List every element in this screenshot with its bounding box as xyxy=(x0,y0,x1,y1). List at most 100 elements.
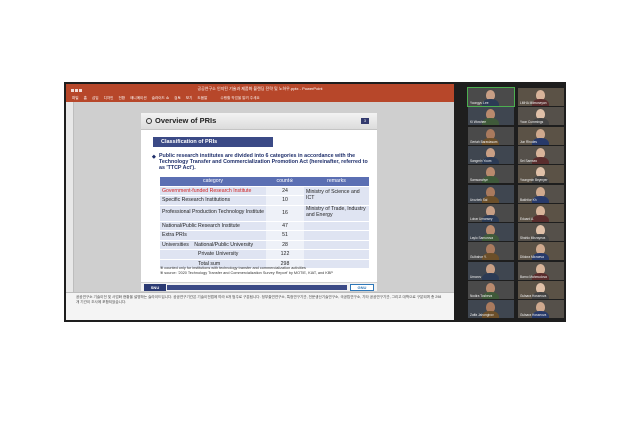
page-number: 3 xyxy=(361,118,369,124)
participant-tile[interactable]: Umarov xyxy=(468,261,514,280)
participant-name: Youngmin Beymyer xyxy=(520,178,548,183)
quick-access-toolbar[interactable] xyxy=(70,86,84,92)
section-ribbon: Classification of PRIs xyxy=(153,137,273,147)
participant-name: Jun Rhodes xyxy=(520,139,538,144)
header-remarks: remarks xyxy=(304,177,369,187)
participant-name: Sangmin Yoom xyxy=(470,158,492,163)
cell-count: 47 xyxy=(266,221,304,231)
participant-tile[interactable]: Barno Mahmudova xyxy=(518,261,564,280)
participant-name: Urozbek Sal xyxy=(470,197,488,202)
speaker-notes-pane[interactable]: 공공연구소 기술이전 및 사업화 현황을 설명하는 슬라이드입니다. 공공연구기… xyxy=(66,292,454,320)
tab-file[interactable]: 파일 xyxy=(72,94,79,102)
slide-header: Overview of PRIs 3 xyxy=(141,113,377,130)
tab-slideshow[interactable]: 슬라이드 쇼 xyxy=(152,94,170,102)
participant-name: LMHA Milmoseyan xyxy=(520,101,547,105)
header-category: category xyxy=(160,177,266,187)
ribbon-tabs: 파일 홈 삽입 디자인 전환 애니메이션 슬라이드 쇼 검토 보기 도움말 수행… xyxy=(66,94,454,102)
powerpoint-window: 공공연구소 인지된 기술과 제품화 블렌딩 전략 및 노하우.pptx - Po… xyxy=(66,84,454,320)
participant-face xyxy=(536,186,545,197)
participant-tile[interactable]: Samsarahye xyxy=(468,165,514,184)
participant-name: Eduard A. xyxy=(520,216,534,221)
participant-tile[interactable]: Sei Samseo xyxy=(518,145,564,164)
cell-count: 51 xyxy=(266,230,304,241)
participant-name: Shahlo Mirzayeva xyxy=(520,236,546,241)
participant-tile[interactable]: Dildora Mirzaeva xyxy=(518,242,564,261)
univ-sub-label: National/Public University xyxy=(194,241,254,248)
participant-name: Bakhtior Kh xyxy=(520,197,537,202)
participant-tile[interactable]: Bakhtior Kh xyxy=(518,184,564,203)
participant-name: Barno Mahmudova xyxy=(520,274,547,279)
participant-name: Ki Wowhee xyxy=(470,120,487,125)
participant-tile[interactable]: Sangmin Yoom xyxy=(468,145,514,164)
participant-tile[interactable]: Ki Wowhee xyxy=(468,107,514,126)
cell-remark-motie: Ministry of Trade, Industry and Energy xyxy=(304,205,369,222)
participant-tile[interactable]: Shahlo Mirzayeva xyxy=(518,223,564,242)
slide-canvas[interactable]: Overview of PRIs 3 Classification of PRI… xyxy=(141,113,377,291)
bullet-body: Public research institutes are divided i… xyxy=(159,153,368,172)
cell-univ: Universities National/Public University xyxy=(160,240,266,250)
participant-tile[interactable]: Jun Rhodes xyxy=(518,126,564,145)
participant-name: Sei Samseo xyxy=(520,158,538,163)
participant-tile[interactable]: LMHA Milmoseyan xyxy=(518,88,564,106)
participant-tile[interactable]: Zaffa Jahongirov xyxy=(468,300,514,319)
participant-tile[interactable]: Lobar Umansey xyxy=(468,203,514,222)
tell-me-box[interactable]: 수행할 작업을 알려 주세요 xyxy=(220,94,259,102)
bullet-text: ◆ Public research institutes are divided… xyxy=(152,153,371,172)
participant-name: Gulsara Hosseova xyxy=(520,294,547,298)
participants-grid: Yoongyu Lee LMHA Milmoseyan Ki Wowhee Yoon … xyxy=(467,87,564,320)
screen-frame: 공공연구소 인지된 기술과 제품화 블렌딩 전략 및 노하우.pptx - Po… xyxy=(64,82,566,322)
footnotes: ※ counted only for institutions with tec… xyxy=(160,266,333,276)
cell-remark-msit: Ministry of Science and ICT xyxy=(304,186,369,206)
slide-footer: SNU GNU xyxy=(141,282,377,291)
participant-tile[interactable]: Nodira Tosheva xyxy=(468,281,514,299)
participant-name: Yoongyu Lee xyxy=(470,101,489,105)
participant-name: Laylo Samurova xyxy=(470,236,494,241)
tab-help[interactable]: 도움말 xyxy=(197,94,207,102)
participant-name: Gertah Baraviasum xyxy=(470,139,498,144)
participant-tile[interactable]: Gulbahor Y. xyxy=(468,242,514,261)
tab-animations[interactable]: 애니메이션 xyxy=(130,94,147,102)
editing-workspace: Overview of PRIs 3 Classification of PRI… xyxy=(66,102,454,292)
tab-insert[interactable]: 삽입 xyxy=(92,94,99,102)
tab-review[interactable]: 검토 xyxy=(174,94,181,102)
participant-body xyxy=(532,214,549,222)
cell-remark-empty xyxy=(304,221,369,231)
cell-category: Government-funded Research Institute xyxy=(160,186,266,196)
tab-view[interactable]: 보기 xyxy=(186,94,193,102)
participant-tile[interactable]: Gertah Baraviasum xyxy=(468,126,514,145)
universities-label: Universities xyxy=(162,241,189,248)
vertical-ruler xyxy=(66,102,74,292)
participant-tile[interactable]: Youngmin Beymyer xyxy=(518,165,564,184)
participant-name: Lobar Umansey xyxy=(470,216,493,221)
participant-name: Yoon Cummings xyxy=(520,120,544,125)
tab-transitions[interactable]: 전환 xyxy=(118,94,125,102)
cell-count: 16 xyxy=(266,205,304,222)
participant-tile[interactable]: Yoongyu Lee xyxy=(467,87,515,107)
header-count: count※ xyxy=(266,177,304,187)
cell-remark-empty xyxy=(304,240,369,250)
cell-univ-private: Private University xyxy=(160,249,266,260)
cell-count: 10 xyxy=(266,195,304,206)
participant-tile[interactable]: Yoon Cummings xyxy=(518,107,564,126)
diamond-bullet-icon: ◆ xyxy=(152,154,156,160)
cell-category: Extra PRIs xyxy=(160,230,266,241)
cell-category: National/Public Research Institute xyxy=(160,221,266,231)
title-bar: 공공연구소 인지된 기술과 제품화 블렌딩 전략 및 노하우.pptx - Po… xyxy=(66,84,454,94)
participant-name: Gulbahor Y. xyxy=(470,255,487,260)
participant-tile[interactable]: Gulsara Hosseova xyxy=(518,281,564,299)
slide-title: Overview of PRIs xyxy=(155,116,217,125)
cell-count: 122 xyxy=(266,249,304,260)
participant-name: Nodira Tosheva xyxy=(470,294,493,298)
participant-name: Umarov xyxy=(470,274,482,279)
participant-name: Dildora Mirzaeva xyxy=(520,255,544,260)
cell-category: Specific Research Institutions xyxy=(160,195,266,206)
cell-count: 24 xyxy=(266,186,304,196)
tab-home[interactable]: 홈 xyxy=(84,94,87,102)
participant-body xyxy=(482,272,499,280)
participant-tile[interactable]: Gulsara Hosseova xyxy=(518,300,564,319)
participant-tile[interactable]: Urozbek Sal xyxy=(468,184,514,203)
tab-design[interactable]: 디자인 xyxy=(104,94,114,102)
participant-tile[interactable]: Laylo Samurova xyxy=(468,223,514,242)
participant-tile[interactable]: Eduard A. xyxy=(518,203,564,222)
cell-remark-empty xyxy=(304,249,369,260)
